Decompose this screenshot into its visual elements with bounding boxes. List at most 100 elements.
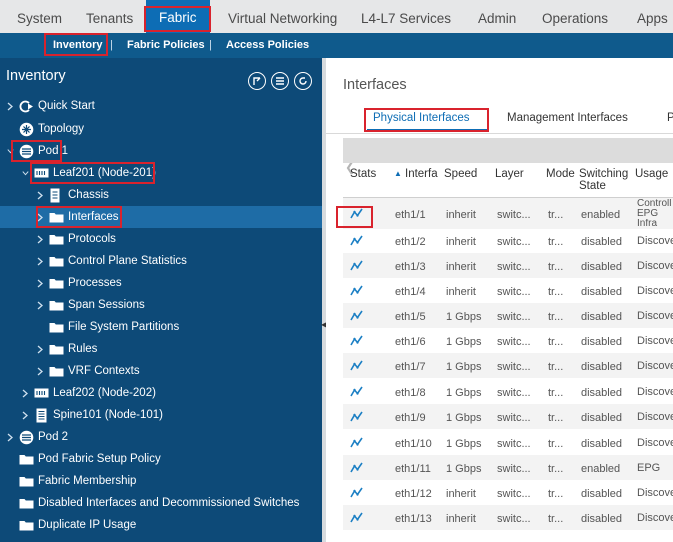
table-row[interactable]: eth1/11 1 Gbps switc... tr... enabled EPG (343, 455, 673, 480)
column-header-usage[interactable]: Usage (635, 168, 668, 180)
tab-apps[interactable]: Apps (637, 0, 668, 33)
tab-management-interfaces[interactable]: Management Interfaces (507, 112, 628, 124)
caret-right-icon[interactable] (6, 431, 14, 443)
table-row[interactable]: eth1/5 1 Gbps switc... tr... disabled Discove (343, 303, 673, 328)
cell-usage: Discove (637, 488, 673, 498)
cell-interface: eth1/2 (395, 236, 426, 248)
column-header-mode[interactable]: Mode (546, 168, 575, 180)
caret-right-icon[interactable] (21, 409, 29, 421)
caret-right-icon[interactable] (36, 299, 44, 311)
column-header-switching-state[interactable]: Switching (579, 168, 629, 180)
cell-speed: inherit (446, 286, 476, 298)
sort-ascending-icon[interactable]: ▲ (394, 168, 402, 180)
tree-item-pod-1[interactable]: Pod 1 (0, 140, 322, 162)
tab-l4-l7-services[interactable]: L4-L7 Services (361, 0, 451, 33)
tree-item-processes[interactable]: Processes (0, 272, 322, 294)
stats-chart-icon[interactable] (350, 512, 363, 526)
stats-chart-icon[interactable] (350, 437, 363, 451)
table-row[interactable]: eth1/6 1 Gbps switc... tr... disabled Discove (343, 328, 673, 353)
caret-right-icon[interactable] (36, 233, 44, 245)
caret-right-icon[interactable] (6, 100, 14, 112)
table-row[interactable]: eth1/2 inherit switc... tr... disabled Discov… (343, 228, 673, 253)
tab-tenants[interactable]: Tenants (86, 0, 133, 33)
cell-usage: Discove (637, 336, 673, 346)
subtab-inventory[interactable]: Inventory (53, 33, 103, 58)
column-header-speed[interactable]: Speed (444, 168, 477, 180)
tree-item-vrf-contexts[interactable]: VRF Contexts (0, 360, 322, 382)
tab-more[interactable]: P (667, 112, 673, 124)
tree-item-quick-start[interactable]: Quick Start (0, 95, 322, 117)
tree-item-leaf201[interactable]: Leaf201 (Node-201) (0, 162, 322, 184)
cell-switching-state: disabled (581, 261, 622, 273)
stats-chart-icon[interactable] (350, 411, 363, 425)
tab-admin[interactable]: Admin (478, 0, 516, 33)
tab-operations[interactable]: Operations (542, 0, 608, 33)
tree-item-disabled-interfaces[interactable]: Disabled Interfaces and Decommissioned S… (0, 492, 322, 514)
caret-right-icon[interactable] (36, 277, 44, 289)
tree-item-chassis[interactable]: Chassis (0, 184, 322, 206)
cell-interface: eth1/11 (395, 463, 431, 475)
table-row[interactable]: eth1/1 inherit switc... tr... enabled Control… (343, 198, 673, 229)
tree-item-spine101[interactable]: Spine101 (Node-101) (0, 404, 322, 426)
table-row[interactable]: eth1/4 inherit switc... tr... disabled Discov… (343, 278, 673, 303)
stats-chart-icon[interactable] (350, 335, 363, 349)
subtab-fabric-policies[interactable]: Fabric Policies (127, 33, 205, 58)
tree-item-control-plane-statistics[interactable]: Control Plane Statistics (0, 250, 322, 272)
caret-right-icon[interactable] (36, 189, 44, 201)
cell-interface: eth1/12 (395, 488, 432, 500)
stats-chart-icon[interactable] (350, 487, 363, 501)
caret-right-icon[interactable] (36, 211, 44, 223)
tab-fabric[interactable]: Fabric (146, 0, 210, 33)
table-row[interactable]: eth1/12 inherit switc... tr... disabled Disco… (343, 480, 673, 505)
tree-item-file-system-partitions[interactable]: File System Partitions (0, 316, 322, 338)
caret-right-icon[interactable] (36, 343, 44, 355)
caret-down-icon[interactable] (6, 145, 14, 157)
tree-item-topology[interactable]: Topology (0, 118, 322, 140)
stats-chart-icon[interactable] (350, 360, 363, 374)
tree-label: Protocols (68, 233, 116, 245)
tab-system[interactable]: System (17, 0, 62, 33)
table-row[interactable]: eth1/3 inherit switc... tr... disabled Discov… (343, 253, 673, 278)
tab-physical-interfaces[interactable]: Physical Interfaces (373, 112, 470, 124)
tree-item-interfaces[interactable]: Interfaces (0, 206, 322, 228)
stats-chart-icon[interactable] (350, 310, 363, 324)
column-header-layer[interactable]: Layer (495, 168, 524, 180)
table-row[interactable]: eth1/8 1 Gbps switc... tr... disabled Discove (343, 379, 673, 404)
stats-chart-icon[interactable] (350, 285, 363, 299)
caret-right-icon[interactable] (36, 255, 44, 267)
tree-item-fabric-membership[interactable]: Fabric Membership (0, 470, 322, 492)
cell-switching-state: disabled (581, 438, 622, 450)
tree-item-rules[interactable]: Rules (0, 338, 322, 360)
stats-chart-icon[interactable] (350, 235, 363, 249)
stats-chart-icon[interactable] (350, 208, 363, 222)
stats-chart-icon[interactable] (350, 462, 363, 476)
tree-item-pod-fabric-setup-policy[interactable]: Pod Fabric Setup Policy (0, 448, 322, 470)
table-row[interactable]: eth1/10 1 Gbps switc... tr... disabled Discov… (343, 430, 673, 455)
stats-chart-icon[interactable] (350, 260, 363, 274)
table-row[interactable]: eth1/13 inherit switc... tr... disabled Disco… (343, 505, 673, 530)
column-header-interface[interactable]: Interfa (405, 168, 438, 180)
column-header-stats[interactable]: Stats (350, 168, 376, 180)
subtab-access-policies[interactable]: Access Policies (226, 33, 309, 58)
stats-chart-icon[interactable] (350, 386, 363, 400)
caret-down-icon[interactable] (21, 167, 29, 179)
caret-right-icon[interactable] (21, 387, 29, 399)
table-row[interactable]: eth1/9 1 Gbps switc... tr... disabled Discove (343, 404, 673, 429)
cell-layer: switc... (497, 236, 531, 248)
top-nav: System Tenants Fabric Virtual Networking… (0, 0, 673, 33)
collapse-tree-icon[interactable] (248, 72, 266, 90)
refresh-icon[interactable] (294, 72, 312, 90)
tab-virtual-networking[interactable]: Virtual Networking (228, 0, 337, 33)
tree-label: Rules (68, 343, 98, 355)
cell-interface: eth1/7 (395, 361, 426, 373)
tree-item-span-sessions[interactable]: Span Sessions (0, 294, 322, 316)
cell-switching-state: enabled (581, 209, 621, 221)
tree-item-leaf202[interactable]: Leaf202 (Node-202) (0, 382, 322, 404)
list-icon[interactable] (271, 72, 289, 90)
caret-right-icon[interactable] (36, 365, 44, 377)
tree-item-pod-2[interactable]: Pod 2 (0, 426, 322, 448)
tree-item-protocols[interactable]: Protocols (0, 228, 322, 250)
tree-item-duplicate-ip-usage[interactable]: Duplicate IP Usage (0, 514, 322, 536)
table-row[interactable]: eth1/7 1 Gbps switc... tr... disabled Discove (343, 353, 673, 378)
tree-label: Pod 2 (38, 431, 69, 443)
